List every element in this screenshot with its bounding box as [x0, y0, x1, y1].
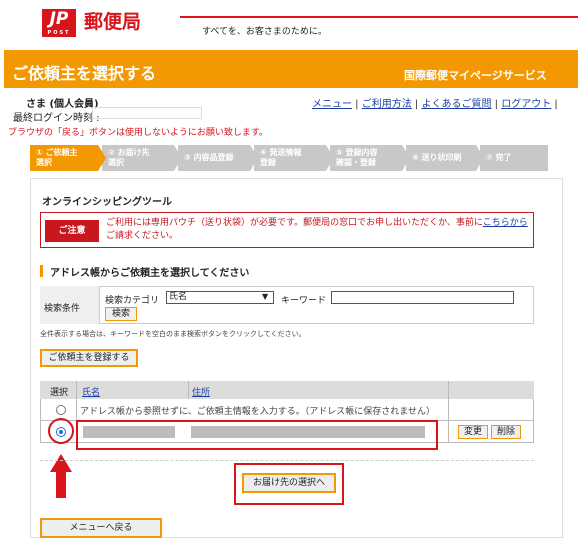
manual-entry-radio[interactable] [56, 405, 66, 415]
page-title: ご依頼主を選択する [12, 64, 157, 83]
nav-menu-link[interactable]: メニュー [312, 99, 352, 110]
table-header [40, 381, 534, 399]
section-marker [40, 265, 43, 277]
search-button[interactable]: 検索 [105, 307, 137, 321]
nav-logout-link[interactable]: ログアウト [501, 99, 551, 110]
last-login-value [92, 107, 202, 119]
logo-text: 郵便局 [84, 11, 142, 33]
nav-faq-link[interactable]: よくあるご質問 [421, 99, 491, 110]
step-3: ③ 内容品登録 [178, 145, 258, 171]
jp-post-logo: JP POST [42, 9, 76, 37]
arrow-shaft [56, 472, 66, 498]
next-recipient-button[interactable]: お届け先の選択へ [242, 473, 336, 493]
category-select[interactable]: 氏名 [166, 291, 274, 304]
back-button-warning: ブラウザの「戻る」ボタンは使用しないようにお願い致します。 [8, 128, 268, 138]
col-address-header[interactable]: 住所 [192, 385, 210, 398]
step-5: ⑤ 登録内容 確認・登録 [330, 145, 410, 171]
step-4: ④ 発送情報 登録 [254, 145, 334, 171]
edit-button[interactable]: 変更 [458, 425, 488, 439]
last-login-label: 最終ログイン時刻 : [13, 113, 100, 124]
top-nav: メニュー | ご利用方法 | よくあるご質問 | ログアウト | [312, 99, 558, 110]
delete-button[interactable]: 削除 [491, 425, 521, 439]
keyword-input[interactable] [331, 291, 514, 304]
tagline: すべてを、お客さまのために。 [202, 27, 327, 37]
back-to-menu-button[interactable]: メニューへ戻る [40, 518, 162, 538]
user-name: さま (個人会員) [26, 99, 99, 110]
nav-usage-link[interactable]: ご利用方法 [362, 99, 412, 110]
pouch-request-link[interactable]: こちらから [483, 218, 528, 228]
section-title: アドレス帳からご依頼主を選択してください [50, 268, 250, 279]
step-7: ⑦ 完了 [480, 145, 548, 171]
category-label: 検索カテゴリ [105, 296, 160, 306]
col-divider [188, 381, 189, 399]
notice-text: ご利用には専用パウチ（送り状袋）が必要です。郵便局の窓口でお申し出いただくか、事… [106, 218, 528, 241]
up-arrow-icon [50, 454, 72, 472]
col-name-header[interactable]: 氏名 [82, 385, 100, 398]
col-select-header: 選択 [50, 388, 69, 398]
notice-badge: ご注意 [45, 220, 99, 242]
chevron-down-icon: ▼ [262, 292, 269, 301]
manual-entry-label: アドレス帳から参照せずに、ご依頼主情報を入力する。（アドレス帳に保存されません） [80, 407, 435, 417]
step-6: ⑥ 送り状印刷 [406, 145, 484, 171]
service-name: 国際郵便マイページサービス [404, 69, 547, 82]
radio-highlight [48, 418, 74, 444]
search-label: 検索条件 [44, 304, 81, 314]
tool-title: オンラインシッピングツール [42, 197, 172, 208]
step-2: ② お届け先 選択 [102, 145, 182, 171]
step-1: ① ご依頼主 選択 [30, 145, 106, 171]
dashed-divider [40, 460, 534, 461]
col-divider [448, 381, 449, 443]
keyword-label: キーワード [281, 296, 327, 306]
row-highlight [76, 420, 438, 450]
search-hint: 全件表示する場合は、キーワードを空白のまま検索ボタンをクリックしてください。 [40, 330, 306, 338]
register-sender-button[interactable]: ご依頼主を登録する [40, 349, 138, 367]
